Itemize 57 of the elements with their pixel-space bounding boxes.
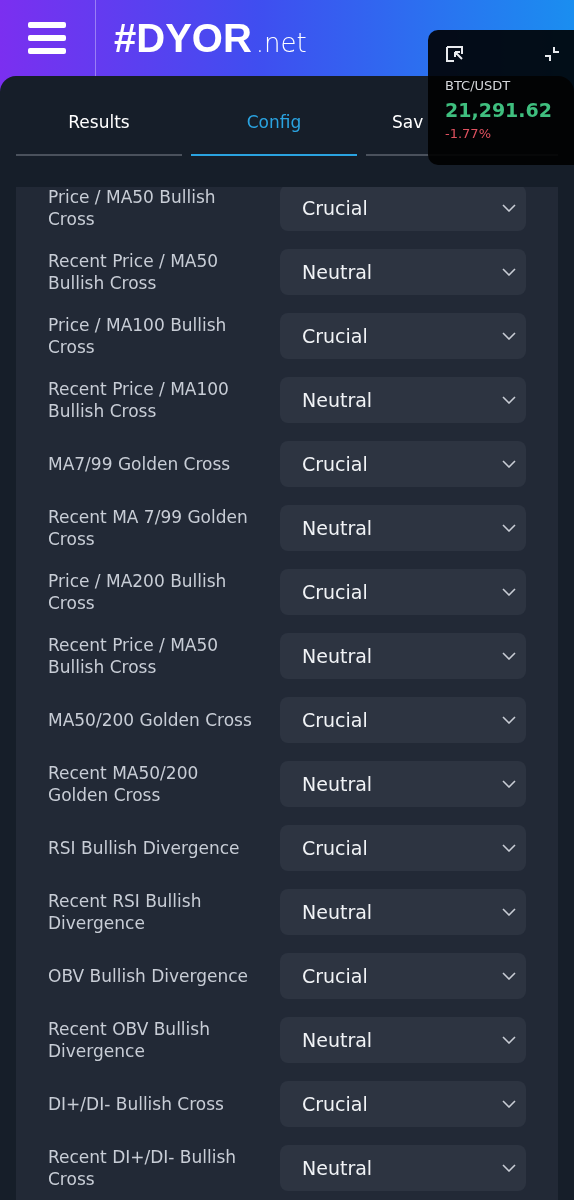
setting-label: Price / MA50 Bullish Cross [48,187,217,230]
setting-label: Price / MA200 Bullish Cross [48,570,228,614]
ticker-change: -1.77% [445,125,491,143]
importance-dropdown[interactable]: Neutral [280,1145,526,1191]
chevron-down-icon [502,1164,516,1172]
setting-label: Recent MA 7/99 Golden Cross [48,506,249,550]
chevron-down-icon [502,588,516,596]
setting-label: MA7/99 Golden Cross [48,453,232,475]
importance-dropdown[interactable]: Crucial [280,569,526,615]
setting-label: Recent OBV Bullish Divergence [48,1018,211,1062]
chevron-down-icon [502,204,516,212]
menu-icon[interactable] [28,22,66,54]
chevron-down-icon [502,652,516,660]
chevron-down-icon [502,844,516,852]
chevron-down-icon [502,460,516,468]
importance-dropdown[interactable]: Crucial [280,825,526,871]
setting-label: DI+/DI- Bullish Cross [48,1093,225,1115]
chevron-down-icon [502,1036,516,1044]
importance-dropdown[interactable]: Neutral [280,505,526,551]
setting-label: OBV Bullish Divergence [48,965,250,987]
collapse-icon[interactable] [544,46,560,62]
chevron-down-icon [502,268,516,276]
importance-dropdown[interactable]: Crucial [280,953,526,999]
chevron-down-icon [502,524,516,532]
chevron-down-icon [502,908,516,916]
ticker-price: 21,291.62 [445,98,552,123]
importance-dropdown[interactable]: Crucial [280,697,526,743]
setting-label: Recent Price / MA50 Bullish Cross [48,634,220,678]
tab[interactable]: Config [191,90,357,156]
chevron-down-icon [502,972,516,980]
importance-dropdown[interactable]: Neutral [280,249,526,295]
setting-label: Recent DI+/DI- Bullish Cross [48,1146,238,1190]
setting-label: Recent RSI Bullish Divergence [48,890,203,934]
setting-label: Recent Price / MA50 Bullish Cross [48,250,220,294]
tab[interactable]: Results [16,90,182,156]
importance-dropdown[interactable]: Crucial [280,313,526,359]
chevron-down-icon [502,1100,516,1108]
importance-dropdown[interactable]: Neutral [280,889,526,935]
importance-dropdown[interactable]: Neutral [280,761,526,807]
setting-label: Recent Price / MA100 Bullish Cross [48,378,230,422]
chevron-down-icon [502,396,516,404]
setting-label: RSI Bullish Divergence [48,837,241,859]
chevron-down-icon [502,780,516,788]
setting-label: Price / MA100 Bullish Cross [48,314,228,358]
ticker-pair: BTC/USDT [445,77,511,95]
setting-label: Recent MA50/200 Golden Cross [48,762,200,806]
importance-dropdown[interactable]: Neutral [280,377,526,423]
importance-dropdown[interactable]: Crucial [280,1081,526,1127]
chevron-down-icon [502,716,516,724]
chevron-down-icon [502,332,516,340]
importance-dropdown[interactable]: Crucial [280,187,526,231]
importance-dropdown[interactable]: Neutral [280,633,526,679]
logo[interactable]: #DYOR.net [114,15,307,61]
setting-label: MA50/200 Golden Cross [48,709,253,731]
picture-in-picture-icon[interactable] [445,45,465,63]
importance-dropdown[interactable]: Neutral [280,1017,526,1063]
importance-dropdown[interactable]: Crucial [280,441,526,487]
